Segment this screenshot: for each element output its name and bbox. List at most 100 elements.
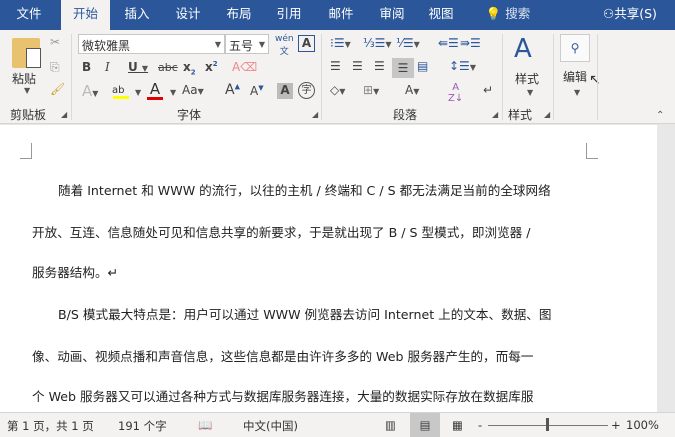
- editing-button[interactable]: 编辑: [563, 68, 587, 85]
- divider: [553, 34, 554, 120]
- line-spacing-icon[interactable]: ↕☰▼: [449, 59, 476, 73]
- highlight-icon[interactable]: ab: [112, 82, 129, 99]
- decrease-indent-icon[interactable]: ⇚☰: [438, 36, 459, 50]
- italic-icon[interactable]: I: [105, 60, 110, 74]
- font-color-icon[interactable]: A: [147, 80, 163, 100]
- zoom-out-button[interactable]: -: [478, 418, 482, 432]
- tab-review[interactable]: 审阅: [369, 0, 415, 30]
- paragraph-line: 随着 Internet 和 WWW 的流行，以往的主机 / 终端和 C / S …: [58, 183, 551, 198]
- font-name-input[interactable]: 微软雅黑 ▼: [78, 34, 225, 54]
- justify-icon[interactable]: ☰: [392, 58, 414, 78]
- shrink-font-icon[interactable]: A▼: [250, 84, 264, 98]
- numbering-icon[interactable]: ⅓☰▼: [363, 36, 392, 50]
- copy-icon[interactable]: ⎘: [50, 60, 60, 75]
- ribbon-tabs: 文件 开始 插入 设计 布局 引用 邮件 审阅 视图 💡 搜索 ⚇共享(S): [0, 0, 675, 30]
- chevron-down-icon[interactable]: ▼: [574, 88, 580, 97]
- divider: [502, 34, 503, 120]
- bold-icon[interactable]: B: [82, 60, 91, 74]
- margin-mark: [586, 143, 598, 159]
- text-effects-icon[interactable]: A▼: [82, 82, 98, 100]
- character-shading-icon[interactable]: A: [277, 83, 293, 99]
- read-mode-icon[interactable]: ▥: [385, 418, 396, 432]
- zoom-in-button[interactable]: +: [611, 418, 621, 432]
- word-count[interactable]: 191 个字: [118, 418, 167, 434]
- ribbon: 粘贴 ▼ ✂ ⎘ 🖌 剪贴板 ◢ 微软雅黑 ▼ 五号 ▼ wén 文 A B I U …: [0, 30, 675, 124]
- paragraph-line: B/S 模式最大特点是：用户可以通过 WWW 例览器去访问 Internet 上…: [58, 307, 552, 322]
- enclose-characters-icon[interactable]: 字: [298, 82, 315, 99]
- search-box[interactable]: 💡 搜索: [478, 0, 538, 30]
- web-layout-icon[interactable]: ▦: [452, 418, 463, 432]
- paste-doc-icon: [26, 48, 41, 68]
- page-count[interactable]: 第 1 页，共 1 页: [7, 418, 94, 434]
- bullets-icon[interactable]: ⁝☰▼: [330, 36, 351, 50]
- increase-indent-icon[interactable]: ⇛☰: [460, 36, 481, 50]
- paragraph-group-label: 段落: [393, 108, 418, 122]
- paragraph-line: 服务器结构。↵: [32, 265, 119, 280]
- styles-button[interactable]: 样式: [515, 70, 539, 87]
- format-painter-icon[interactable]: 🖌: [50, 82, 65, 96]
- share-button[interactable]: ⚇共享(S): [590, 0, 670, 30]
- user-icon: ⚇: [603, 6, 615, 21]
- chevron-down-icon[interactable]: ▼: [135, 88, 141, 97]
- clear-formatting-icon[interactable]: A⌫: [232, 60, 257, 74]
- tab-mailings[interactable]: 邮件: [318, 0, 364, 30]
- align-right-icon[interactable]: ☰: [374, 59, 385, 73]
- document-page[interactable]: 随着 Internet 和 WWW 的流行，以往的主机 / 终端和 C / S …: [0, 125, 657, 412]
- superscript-icon[interactable]: x2: [205, 60, 218, 74]
- paste-button[interactable]: 粘贴: [12, 70, 36, 87]
- character-border-icon[interactable]: A: [298, 35, 315, 52]
- tab-home[interactable]: 开始: [61, 0, 110, 30]
- margin-mark: [20, 143, 32, 159]
- grow-font-icon[interactable]: A▲: [225, 82, 240, 98]
- paste-dropdown-icon[interactable]: ▼: [24, 86, 30, 95]
- multilevel-list-icon[interactable]: ⅟☰▼: [396, 36, 420, 50]
- lightbulb-icon: 💡: [485, 6, 502, 21]
- tab-design[interactable]: 设计: [165, 0, 211, 30]
- align-left-icon[interactable]: ☰: [330, 59, 341, 73]
- status-bar: 第 1 页，共 1 页 191 个字 📖 中文(中国) ▥ ▤ ▦ - + 10…: [0, 412, 675, 437]
- sort-icon[interactable]: A Z↓: [448, 82, 463, 104]
- zoom-level[interactable]: 100%: [626, 418, 659, 432]
- font-color-bar: [147, 97, 163, 100]
- tab-references[interactable]: 引用: [266, 0, 312, 30]
- vertical-scrollbar[interactable]: [657, 125, 675, 412]
- clipboard-group-label: 剪贴板: [10, 108, 47, 122]
- asian-layout-icon[interactable]: A▼: [405, 83, 419, 97]
- distributed-icon[interactable]: ▤: [417, 59, 428, 73]
- subscript-icon[interactable]: x2: [183, 60, 196, 76]
- tab-file[interactable]: 文件: [4, 0, 54, 30]
- tab-view[interactable]: 视图: [418, 0, 464, 30]
- language[interactable]: 中文(中国): [243, 418, 298, 434]
- font-launcher-icon[interactable]: ◢: [312, 110, 318, 119]
- divider: [71, 34, 72, 120]
- show-marks-icon[interactable]: ↵: [483, 83, 493, 97]
- styles-launcher-icon[interactable]: ◢: [544, 110, 550, 119]
- styles-group-label: 样式: [508, 108, 533, 122]
- align-center-icon[interactable]: ☰: [352, 59, 363, 73]
- collapse-ribbon-icon[interactable]: ⌃: [656, 110, 664, 121]
- zoom-slider-thumb[interactable]: [546, 418, 549, 431]
- phonetic-guide-icon[interactable]: wén 文: [275, 34, 294, 57]
- divider: [321, 34, 322, 120]
- paragraph-launcher-icon[interactable]: ◢: [492, 110, 498, 119]
- styles-icon[interactable]: A: [514, 34, 532, 64]
- chevron-down-icon[interactable]: ▼: [170, 88, 176, 97]
- chevron-down-icon: ▼: [214, 40, 221, 49]
- mouse-cursor-icon: ↖: [589, 72, 601, 88]
- proofing-icon[interactable]: 📖: [198, 418, 212, 432]
- shading-icon[interactable]: ◇▼: [330, 83, 345, 97]
- tab-layout[interactable]: 布局: [216, 0, 262, 30]
- change-case-icon[interactable]: Aa▼: [182, 83, 204, 97]
- chevron-down-icon[interactable]: ▼: [527, 88, 533, 97]
- font-size-input[interactable]: 五号 ▼: [225, 34, 269, 54]
- tab-insert[interactable]: 插入: [114, 0, 160, 30]
- borders-icon[interactable]: ⊞▼: [363, 83, 379, 97]
- find-icon[interactable]: ⚲: [560, 34, 590, 62]
- font-group-label: 字体: [177, 108, 202, 122]
- underline-icon[interactable]: U ▼: [128, 60, 148, 74]
- clipboard-launcher-icon[interactable]: ◢: [61, 110, 67, 119]
- chevron-down-icon: ▼: [258, 40, 265, 49]
- print-layout-icon[interactable]: ▤: [410, 413, 440, 437]
- strikethrough-icon[interactable]: abc: [158, 61, 178, 74]
- cut-icon[interactable]: ✂: [50, 35, 60, 49]
